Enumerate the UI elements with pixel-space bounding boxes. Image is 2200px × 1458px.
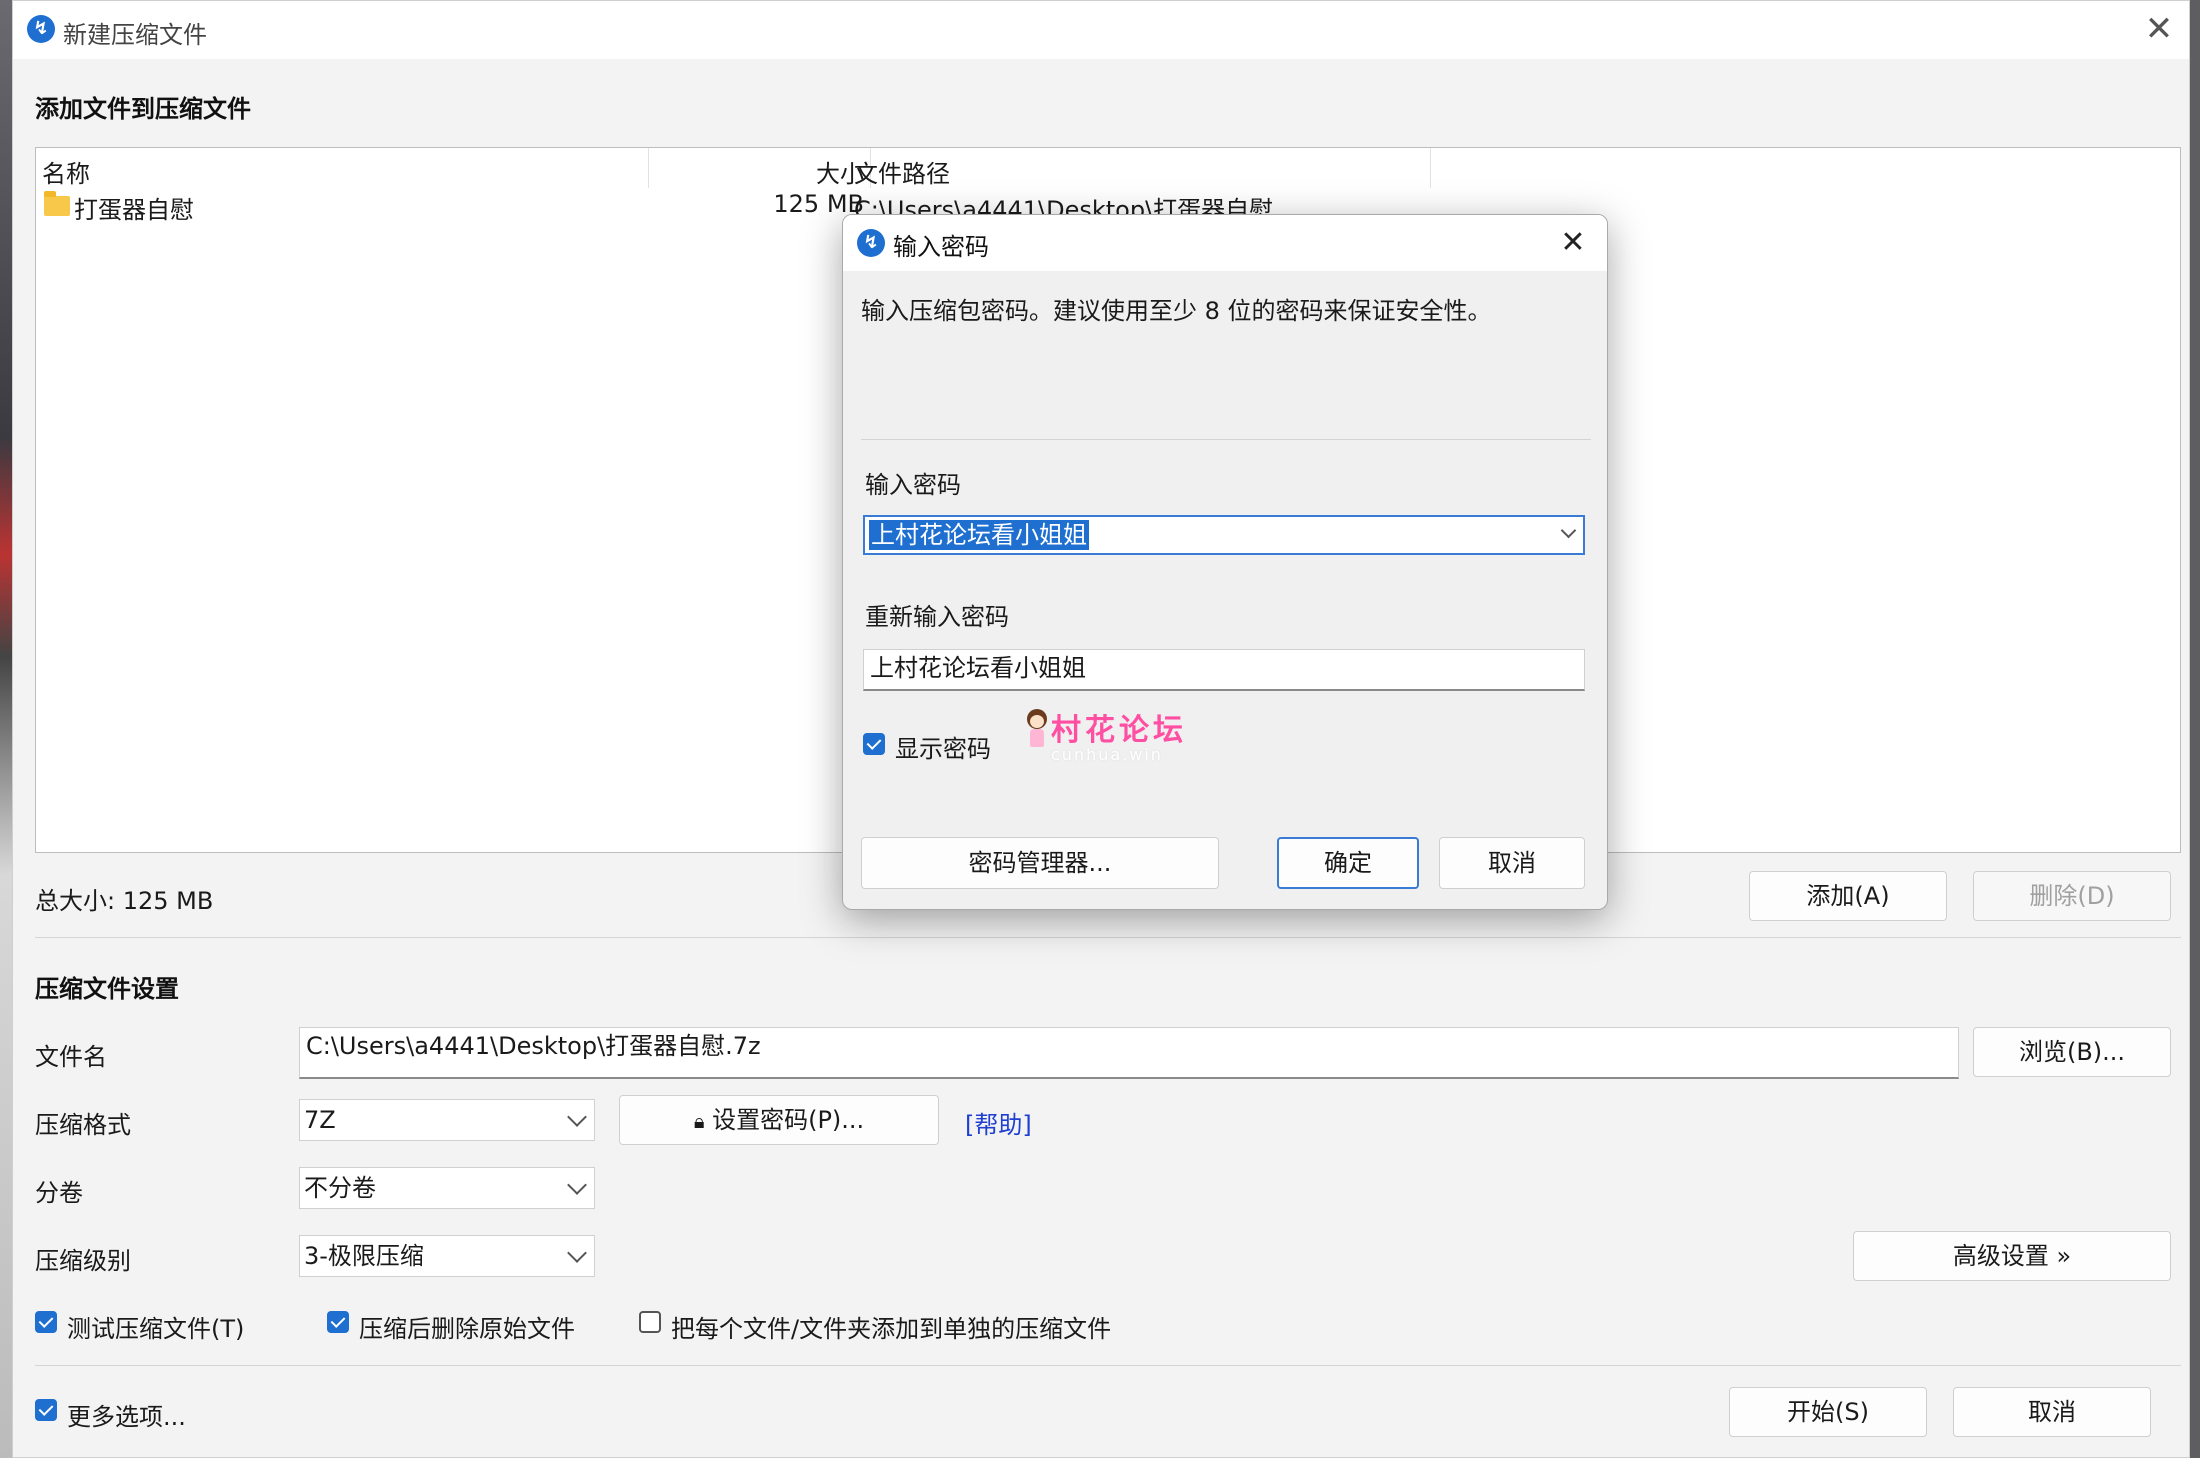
file-size-cell: 125 MB (773, 190, 864, 218)
more-options-label: 更多选项... (67, 1403, 186, 1431)
reenter-password-label: 重新输入密码 (865, 603, 1009, 631)
more-options-checkbox[interactable]: 更多选项... (35, 1397, 235, 1431)
settings-section-heading: 压缩文件设置 (35, 975, 179, 1003)
format-label: 压缩格式 (35, 1111, 131, 1139)
browse-button[interactable]: 浏览(B)... (1973, 1027, 2171, 1077)
delete-original-checkbox[interactable]: 压缩后删除原始文件 (327, 1309, 587, 1343)
watermark: 村花论坛 cunhua.win (1023, 705, 1223, 769)
checkbox-checked-icon (35, 1399, 57, 1421)
delete-original-label: 压缩后删除原始文件 (359, 1315, 575, 1343)
watermark-girl-face (1030, 715, 1044, 728)
column-separator (648, 148, 649, 188)
volume-select-value: 不分卷 (304, 1174, 376, 1202)
ok-button[interactable]: 确定 (1277, 837, 1419, 889)
column-header-name[interactable]: 名称 (42, 154, 90, 189)
set-password-button[interactable]: 🔒︎ 设置密码(P)... (619, 1095, 939, 1145)
column-separator (1430, 148, 1431, 188)
filename-input[interactable]: C:\Users\a4441\Desktop\打蛋器自慰.7z (299, 1027, 1959, 1079)
level-label: 压缩级别 (35, 1247, 131, 1275)
volume-select[interactable]: 不分卷 (299, 1167, 595, 1209)
reenter-password-input[interactable]: 上村花论坛看小姐姐 (863, 649, 1585, 691)
cancel-button[interactable]: 取消 (1953, 1387, 2151, 1437)
show-password-checkbox[interactable]: 显示密码 (863, 729, 1003, 763)
lock-icon: 🔒︎ (693, 1109, 705, 1133)
title-bar: ↯ 新建压缩文件 ✕ (13, 1, 2189, 59)
level-select-value: 3-极限压缩 (304, 1242, 424, 1270)
help-link[interactable]: [帮助] (965, 1105, 1032, 1140)
watermark-girl-body (1030, 729, 1044, 747)
checkbox-checked-icon (35, 1311, 57, 1333)
folder-icon (44, 191, 70, 216)
app-logo-icon: ↯ (857, 229, 885, 257)
dialog-cancel-button[interactable]: 取消 (1439, 837, 1585, 889)
add-button[interactable]: 添加(A) (1749, 871, 1947, 921)
chevron-down-icon (567, 1107, 587, 1127)
level-select[interactable]: 3-极限压缩 (299, 1235, 595, 1277)
filename-label: 文件名 (35, 1043, 107, 1071)
password-value: 上村花论坛看小姐姐 (869, 520, 1089, 550)
password-manager-button[interactable]: 密码管理器... (861, 837, 1219, 889)
chevron-down-icon[interactable] (1560, 522, 1577, 539)
total-size-label: 总大小: 125 MB (35, 887, 214, 915)
test-archive-label: 测试压缩文件(T) (67, 1315, 245, 1343)
format-select[interactable]: 7Z (299, 1099, 595, 1141)
advanced-settings-button[interactable]: 高级设置 » (1853, 1231, 2171, 1281)
test-archive-checkbox[interactable]: 测试压缩文件(T) (35, 1309, 275, 1343)
file-list-header: 名称 大小 文件路径 (36, 148, 2180, 188)
file-name-cell: 打蛋器自慰 (74, 196, 194, 224)
checkbox-unchecked-icon (639, 1311, 661, 1333)
start-button[interactable]: 开始(S) (1729, 1387, 1927, 1437)
watermark-subtext: cunhua.win (1051, 745, 1163, 764)
separate-archives-checkbox[interactable]: 把每个文件/文件夹添加到单独的压缩文件 (639, 1309, 1119, 1343)
checkbox-checked-icon (327, 1311, 349, 1333)
close-icon[interactable]: ✕ (1549, 219, 1597, 267)
dialog-title-bar: ↯ 输入密码 ✕ (843, 215, 1607, 271)
password-label: 输入密码 (865, 471, 961, 499)
chevron-down-icon (567, 1175, 587, 1195)
set-password-label: 设置密码(P)... (712, 1106, 865, 1134)
show-password-label: 显示密码 (895, 735, 991, 763)
password-input[interactable]: 上村花论坛看小姐姐 (863, 515, 1585, 555)
section-divider (35, 1365, 2181, 1366)
password-dialog: ↯ 输入密码 ✕ 输入压缩包密码。建议使用至少 8 位的密码来保证安全性。 输入… (842, 214, 1608, 910)
checkbox-checked-icon (863, 733, 885, 755)
volume-label: 分卷 (35, 1179, 83, 1207)
separate-archives-label: 把每个文件/文件夹添加到单独的压缩文件 (671, 1315, 1112, 1343)
column-header-path[interactable]: 文件路径 (854, 154, 950, 189)
dialog-divider (861, 439, 1591, 440)
section-divider (35, 937, 2181, 938)
window-title: 新建压缩文件 (63, 21, 207, 49)
chevron-down-icon (567, 1243, 587, 1263)
files-section-heading: 添加文件到压缩文件 (35, 95, 251, 123)
app-logo-icon: ↯ (27, 15, 55, 43)
dialog-description: 输入压缩包密码。建议使用至少 8 位的密码来保证安全性。 (861, 297, 1492, 325)
watermark-text: 村花论坛 (1051, 713, 1187, 748)
column-header-size[interactable]: 大小 (650, 154, 864, 189)
dialog-title: 输入密码 (893, 233, 989, 261)
delete-button[interactable]: 删除(D) (1973, 871, 2171, 921)
close-icon[interactable]: ✕ (2137, 7, 2181, 51)
format-select-value: 7Z (304, 1106, 336, 1134)
